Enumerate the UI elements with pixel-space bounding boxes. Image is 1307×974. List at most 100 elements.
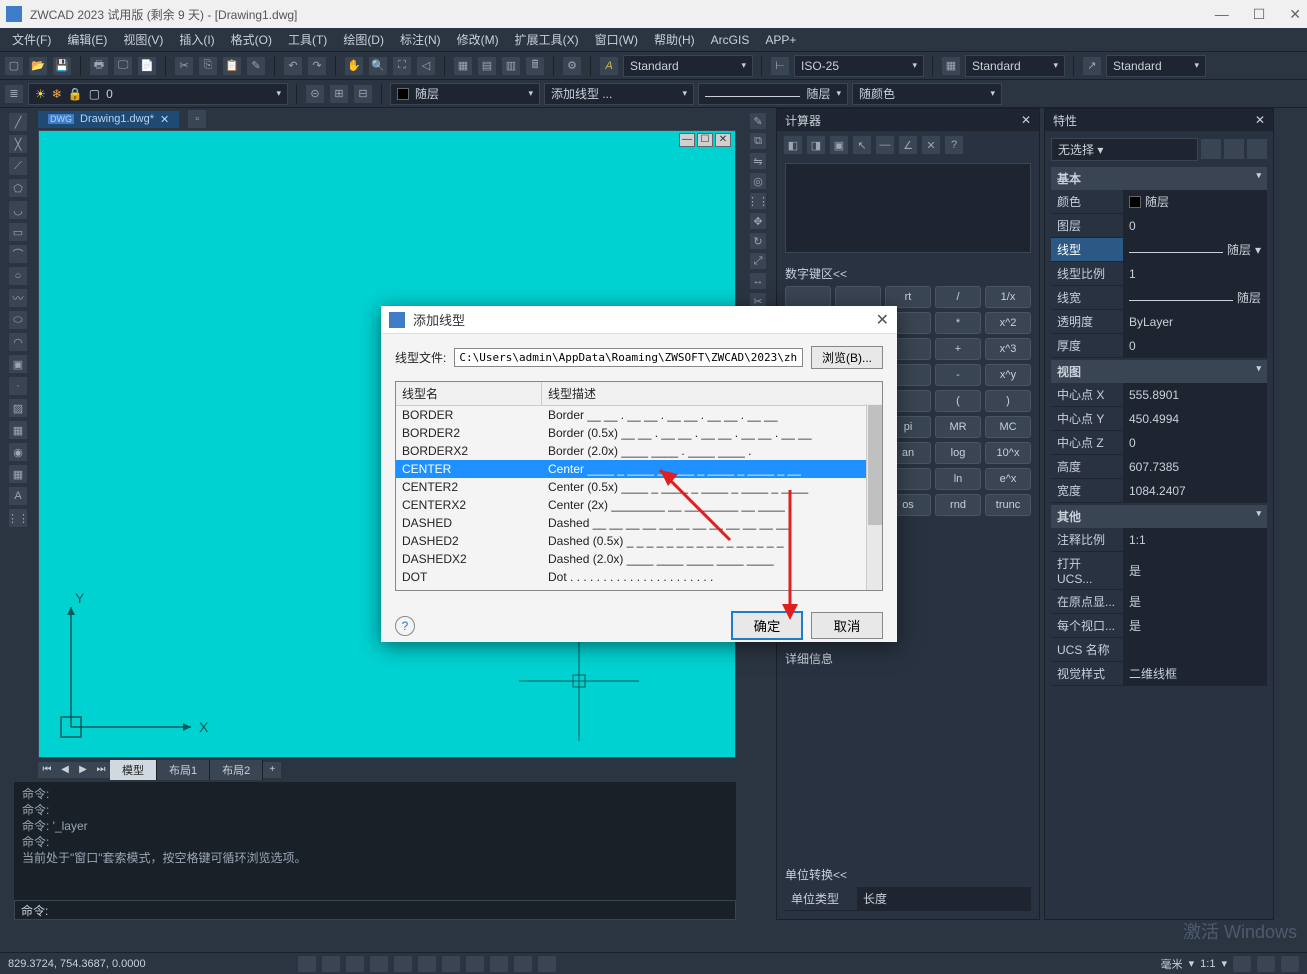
close-button[interactable]: ✕ xyxy=(1289,6,1301,23)
props-icon[interactable]: ▦ xyxy=(453,56,473,76)
prop-cy-value[interactable]: 450.4994 xyxy=(1123,407,1267,430)
dialog-close-icon[interactable]: ✕ xyxy=(876,310,889,330)
dyn-toggle[interactable] xyxy=(466,956,484,972)
browse-button[interactable]: 浏览(B)... xyxy=(811,346,883,369)
calc-key[interactable]: 1/x xyxy=(985,286,1031,308)
tab-prev-icon[interactable]: ◀ xyxy=(56,762,74,778)
linetype-row[interactable]: BORDERX2Border (2.0x) ____ ____ . ____ _… xyxy=(396,442,882,460)
linetype-row[interactable]: DOTDot . . . . . . . . . . . . . . . . .… xyxy=(396,568,882,586)
layer-dropdown[interactable]: ☀❄🔒▢ 0 xyxy=(28,83,288,105)
text-style-icon[interactable]: A xyxy=(599,56,619,76)
calc-int-icon[interactable]: ✕ xyxy=(921,135,941,155)
calculator-close-icon[interactable]: ✕ xyxy=(1021,113,1031,127)
redo-icon[interactable]: ↷ xyxy=(307,56,327,76)
new-tab-icon[interactable]: ▫ xyxy=(187,109,207,129)
model-toggle[interactable] xyxy=(514,956,532,972)
help-icon[interactable]: ? xyxy=(395,616,415,636)
calc-key[interactable]: ln xyxy=(935,468,981,490)
calc-hist-icon[interactable]: ◨ xyxy=(806,135,826,155)
calc-key[interactable]: x^y xyxy=(985,364,1031,386)
command-input[interactable] xyxy=(56,903,729,918)
clean-icon[interactable]: ⚙ xyxy=(562,56,582,76)
prop-cx-value[interactable]: 555.8901 xyxy=(1123,383,1267,406)
polar-toggle[interactable] xyxy=(370,956,388,972)
col-name-header[interactable]: 线型名 xyxy=(396,382,542,405)
point-icon[interactable]: · xyxy=(8,376,28,396)
calc-key[interactable]: log xyxy=(935,442,981,464)
menu-item[interactable]: 绘图(D) xyxy=(337,29,390,50)
prop-height-value[interactable]: 607.7385 xyxy=(1123,455,1267,478)
print-icon[interactable]: 🖶 xyxy=(89,56,109,76)
linetype-row[interactable]: CENTERCenter ____ _ ____ _ ____ _ ____ _… xyxy=(396,460,882,478)
polygon-icon[interactable]: ⬠ xyxy=(8,178,28,198)
calc-key[interactable]: x^2 xyxy=(985,312,1031,334)
properties-close-icon[interactable]: ✕ xyxy=(1255,113,1265,127)
calc-key[interactable]: MR xyxy=(935,416,981,438)
paste-icon[interactable]: 📋 xyxy=(222,56,242,76)
zoom-unit[interactable]: 毫米 xyxy=(1161,956,1183,972)
linetype-row[interactable]: CENTER2Center (0.5x) ____ _ ____ _ ____ … xyxy=(396,478,882,496)
scale-icon[interactable]: ⤢ xyxy=(749,252,767,270)
publish-icon[interactable]: 📄 xyxy=(137,56,157,76)
calc-icon[interactable]: 🖩 xyxy=(525,56,545,76)
menu-item[interactable]: 文件(F) xyxy=(6,29,57,50)
linetype-row[interactable]: CENTERX2Center (2x) ________ __ ________… xyxy=(396,496,882,514)
pline-icon[interactable]: ⟋ xyxy=(8,156,28,176)
prop-thick-value[interactable]: 0 xyxy=(1123,334,1267,357)
menu-item[interactable]: 标注(N) xyxy=(394,29,447,50)
table-style-icon[interactable]: ▦ xyxy=(941,56,961,76)
text-style-dropdown[interactable]: Standard xyxy=(623,55,753,77)
tab-model[interactable]: 模型 xyxy=(110,760,157,780)
linetype-row[interactable]: BORDER2Border (0.5x) __ __ . __ __ . __ … xyxy=(396,424,882,442)
calc-key[interactable]: / xyxy=(935,286,981,308)
tool-palette-icon[interactable]: ▥ xyxy=(501,56,521,76)
calculator-display[interactable] xyxy=(785,163,1031,253)
prop-linetype-value[interactable]: 随层 ▾ xyxy=(1123,238,1267,261)
minimize-button[interactable]: — xyxy=(1215,6,1229,23)
canvas-max-icon[interactable]: ☐ xyxy=(697,133,713,147)
layer-iso-icon[interactable]: ⊞ xyxy=(329,84,349,104)
snap-toggle[interactable] xyxy=(298,956,316,972)
calc-clear-icon[interactable]: ◧ xyxy=(783,135,803,155)
tab-last-icon[interactable]: ⏭ xyxy=(92,762,110,778)
prop-ucs3-value[interactable]: 是 xyxy=(1123,614,1267,637)
ws-icon[interactable] xyxy=(1233,956,1251,972)
erase-icon[interactable]: ✎ xyxy=(749,112,767,130)
detail-header[interactable]: 详细信息 xyxy=(785,650,1031,667)
spline-icon[interactable]: 〰 xyxy=(8,288,28,308)
tab-add-icon[interactable]: + xyxy=(263,762,281,778)
menu-item[interactable]: 窗口(W) xyxy=(589,29,644,50)
tab-layout1[interactable]: 布局1 xyxy=(157,760,210,780)
menu-item[interactable]: 扩展工具(X) xyxy=(509,29,585,50)
ellipse-arc-icon[interactable]: ◠ xyxy=(8,332,28,352)
unit-type-value[interactable]: 长度 xyxy=(857,887,1031,910)
ok-button[interactable]: 确定 xyxy=(731,611,803,640)
zoom-window-icon[interactable]: ⛶ xyxy=(392,56,412,76)
calc-help-icon[interactable]: ? xyxy=(944,135,964,155)
menu-item[interactable]: APP+ xyxy=(759,31,802,49)
col-desc-header[interactable]: 线型描述 xyxy=(542,382,882,405)
prop-ltscale-value[interactable]: 1 xyxy=(1123,262,1267,285)
calc-key[interactable]: * xyxy=(935,312,981,334)
zoom-icon[interactable]: 🔍 xyxy=(368,56,388,76)
calc-key[interactable]: e^x xyxy=(985,468,1031,490)
prop-cz-value[interactable]: 0 xyxy=(1123,431,1267,454)
numpad-header[interactable]: 数字键区<< xyxy=(785,265,1031,282)
grid-toggle[interactable] xyxy=(322,956,340,972)
linetype-dropdown[interactable]: 添加线型 ... xyxy=(544,83,694,105)
prop-width-value[interactable]: 1084.2407 xyxy=(1123,479,1267,502)
tab-next-icon[interactable]: ▶ xyxy=(74,762,92,778)
pan-icon[interactable]: ✋ xyxy=(344,56,364,76)
plot-style-dropdown[interactable]: 随颜色 xyxy=(852,83,1002,105)
menu-item[interactable]: 编辑(E) xyxy=(61,29,113,50)
undo-icon[interactable]: ↶ xyxy=(283,56,303,76)
circle-icon[interactable]: ○ xyxy=(8,266,28,286)
mleader-style-dropdown[interactable]: Standard xyxy=(1106,55,1206,77)
table-icon[interactable]: ▦ xyxy=(8,464,28,484)
mleader-style-icon[interactable]: ↗ xyxy=(1082,56,1102,76)
cycle-toggle[interactable] xyxy=(490,956,508,972)
group-basic[interactable]: 基本 xyxy=(1051,167,1267,190)
rotate-icon[interactable]: ↻ xyxy=(749,232,767,250)
table-style-dropdown[interactable]: Standard xyxy=(965,55,1065,77)
color-dropdown[interactable]: 随层 xyxy=(390,83,540,105)
